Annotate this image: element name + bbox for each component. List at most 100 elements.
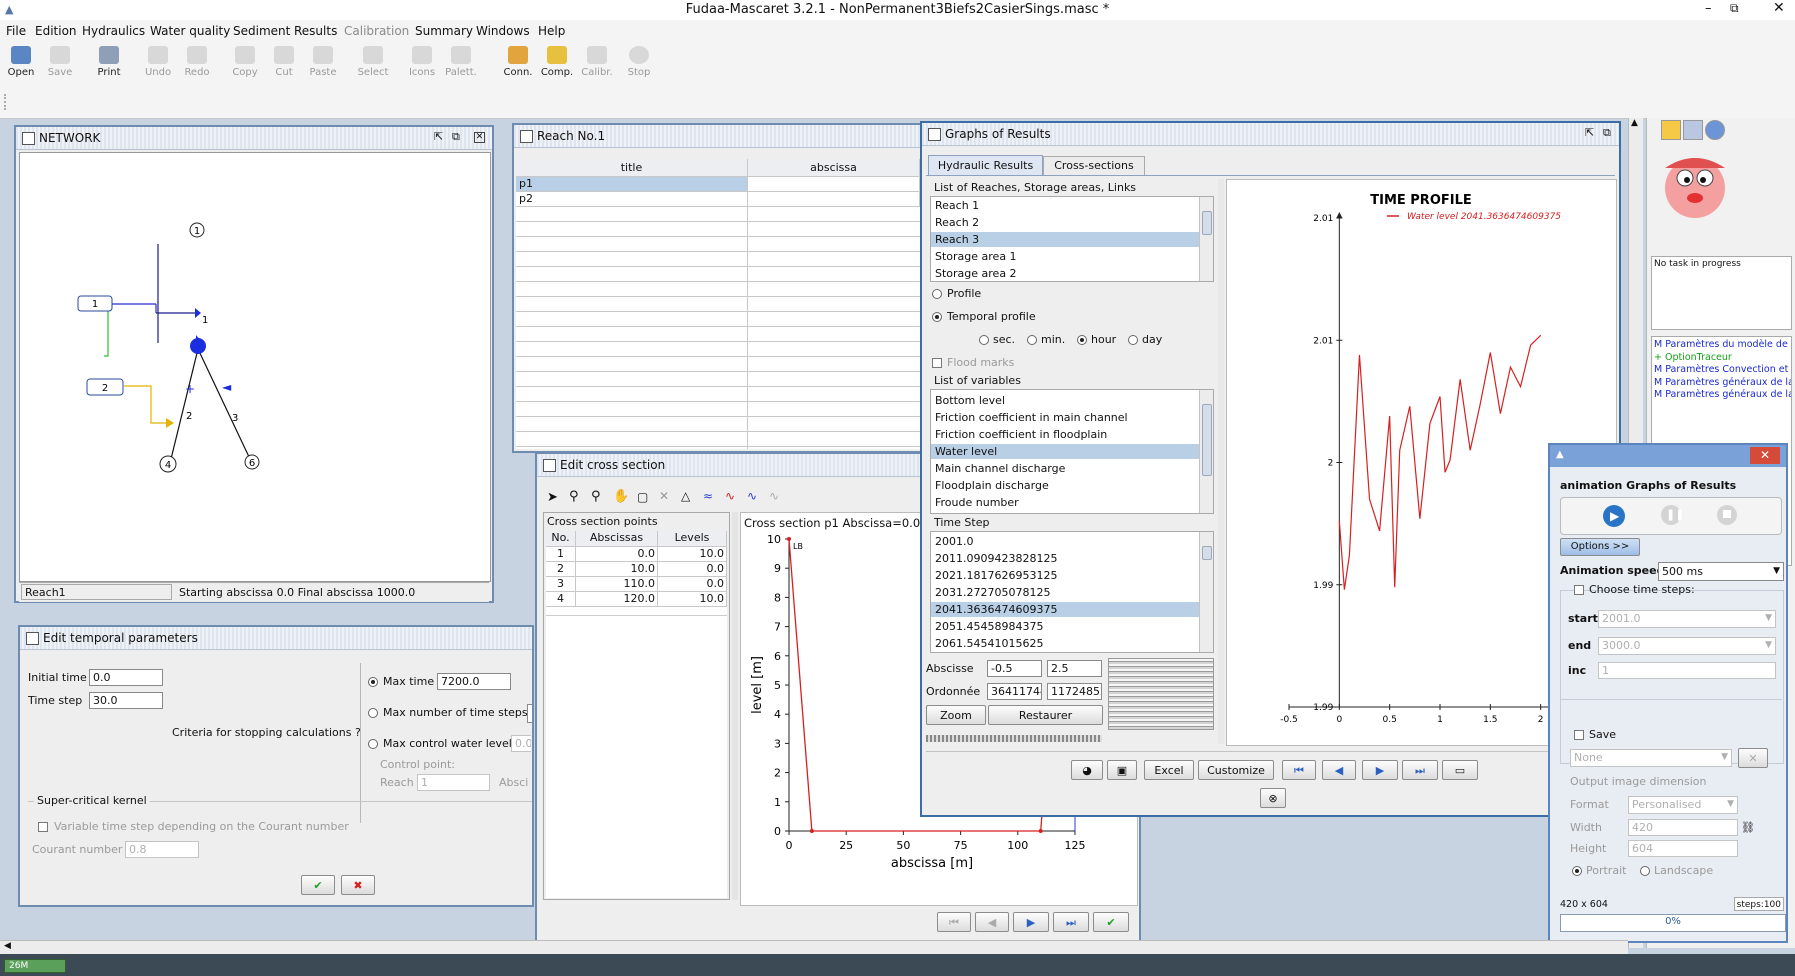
delete-icon[interactable]: ✕	[659, 489, 669, 503]
next-step-button[interactable]: ▶	[1362, 760, 1398, 780]
print-button[interactable]: Print	[90, 42, 128, 82]
timestep-list[interactable]: 2001.0 2011.0909423828125 2021.181762695…	[930, 531, 1214, 653]
page-icon[interactable]: ▢	[637, 490, 648, 504]
list-item[interactable]: 2061.54541015625	[931, 636, 1199, 651]
network-titlebar[interactable]: NETWORK ⇱ ⧉ ✕	[16, 127, 492, 150]
table-row-abscissa[interactable]: 110.0	[576, 577, 658, 592]
close-icon[interactable]: ✕	[474, 132, 485, 143]
temporal-profile-radio[interactable]	[932, 312, 942, 322]
table-row-no[interactable]: 4	[546, 592, 576, 607]
height-input[interactable]: 604	[1628, 840, 1738, 857]
table-row-abscissa[interactable]	[748, 177, 920, 192]
max-level-input[interactable]: 0.0	[511, 735, 531, 752]
menu-summary[interactable]: Summary	[415, 24, 473, 38]
list-item[interactable]: 2051.45458984375	[931, 619, 1199, 634]
start-select[interactable]: 2001.0 ▼	[1598, 610, 1776, 628]
animation-titlebar[interactable]: ▲ ✕	[1550, 445, 1786, 467]
menu-edition[interactable]: Edition	[35, 24, 77, 38]
ordonnee-max-input[interactable]: 11724852	[1047, 683, 1102, 700]
customize-button[interactable]: Customize	[1198, 760, 1274, 780]
stop-button[interactable]	[1717, 505, 1737, 525]
user-icon[interactable]	[1661, 120, 1681, 140]
list-item[interactable]: Floodplain discharge	[931, 478, 1199, 493]
graphs-titlebar[interactable]: Graphs of Results ⇱ ⧉	[922, 123, 1619, 146]
curve-disabled-icon[interactable]: ∿	[769, 489, 779, 503]
col-header-levels[interactable]: Levels	[658, 531, 727, 547]
refresh-graph-button[interactable]: ◕	[1071, 760, 1103, 780]
palette-button[interactable]: Palett.	[442, 42, 480, 82]
list-item[interactable]: Main channel discharge	[931, 461, 1199, 476]
undo-button[interactable]: Undo	[139, 42, 177, 82]
validate-button[interactable]: ✔	[1093, 912, 1129, 932]
iconify-icon[interactable]: ⇱	[434, 130, 443, 143]
first-button[interactable]: ⏮	[937, 912, 971, 932]
courant-input[interactable]: 0.8	[125, 841, 199, 858]
save-graph-button[interactable]: ▣	[1107, 760, 1137, 780]
format-select[interactable]: Personalised ▼	[1628, 796, 1738, 814]
unit-min-radio[interactable]	[1027, 335, 1037, 345]
control-reach-input[interactable]: 1	[417, 774, 490, 791]
initial-time-input[interactable]: 0.0	[89, 669, 163, 686]
list-item[interactable]: Storage area 2	[931, 266, 1199, 281]
variable-step-checkbox[interactable]	[38, 822, 48, 832]
tab-cross-sections[interactable]: Cross-sections	[1043, 156, 1145, 176]
close-dialog-button[interactable]: ✕	[1750, 447, 1780, 464]
split-divider[interactable]	[1218, 179, 1224, 744]
profile-radio[interactable]	[932, 289, 942, 299]
list-item[interactable]: Water level	[931, 444, 1199, 459]
reach-titlebar[interactable]: Reach No.1	[514, 125, 920, 148]
speed-select[interactable]: 500 ms ▼	[1658, 562, 1784, 581]
table-row-title[interactable]: p1	[516, 177, 748, 192]
close-icon[interactable]: ✕	[1773, 0, 1785, 16]
minimize-icon[interactable]: –	[1705, 1, 1712, 16]
pause-button[interactable]: ❚❚	[1661, 505, 1684, 525]
paste-button[interactable]: Paste	[304, 42, 342, 82]
menu-windows[interactable]: Windows	[476, 24, 530, 38]
time-step-input[interactable]: 30.0	[89, 692, 163, 709]
redo-button[interactable]: Redo	[178, 42, 216, 82]
max-steps-radio[interactable]	[368, 708, 378, 718]
tab-hydraulic-results[interactable]: Hydraulic Results	[928, 155, 1043, 176]
maximize-icon[interactable]: ⧉	[1603, 126, 1611, 140]
options-button[interactable]: Options >>	[1560, 538, 1640, 556]
temporal-titlebar[interactable]: Edit temporal parameters	[20, 627, 532, 650]
close-graphs-button[interactable]: ⊗	[1260, 788, 1286, 808]
menu-water-quality[interactable]: Water quality	[150, 24, 230, 38]
save-checkbox[interactable]	[1574, 730, 1584, 740]
iconify-icon[interactable]: ⇱	[1585, 126, 1594, 139]
menu-sediment[interactable]: Sediment	[233, 24, 290, 38]
scroll-up-icon[interactable]: ▲	[1631, 118, 1638, 128]
validate-button[interactable]: ✔	[301, 875, 335, 895]
maximize-icon[interactable]: ⧉	[452, 130, 460, 144]
restore-icon[interactable]: ⧉	[1730, 1, 1739, 16]
flood-marks-checkbox[interactable]	[932, 358, 942, 368]
reaches-scrollbar[interactable]	[1199, 197, 1213, 281]
col-header-abscissa[interactable]: abscissa	[748, 159, 920, 177]
menu-file[interactable]: File	[6, 24, 26, 38]
width-input[interactable]: 420	[1628, 819, 1738, 836]
edit-curve-icon[interactable]: ≈	[703, 489, 713, 503]
list-item[interactable]: Storage area 1	[931, 249, 1199, 264]
toolbar-grip[interactable]	[4, 94, 10, 110]
play-button[interactable]: ▶	[1603, 505, 1625, 527]
split-divider[interactable]	[732, 512, 738, 900]
last-button[interactable]: ⏭	[1053, 912, 1089, 932]
table-row-no[interactable]: 1	[546, 547, 576, 562]
last-step-button[interactable]: ⏭	[1402, 760, 1438, 780]
table-row-no[interactable]: 2	[546, 562, 576, 577]
list-item[interactable]: 2011.0909423828125	[931, 551, 1199, 566]
curve-blue-icon[interactable]: ∿	[747, 489, 757, 503]
stop-button[interactable]: Stop	[620, 42, 658, 82]
table-row-level[interactable]: 0.0	[658, 562, 727, 577]
table-row-title[interactable]: p2	[516, 192, 748, 207]
zoom-in-icon[interactable]: ⚲	[569, 489, 579, 504]
table-row-level[interactable]: 0.0	[658, 577, 727, 592]
table-row-abscissa[interactable]: 0.0	[576, 547, 658, 562]
portrait-radio[interactable]	[1572, 866, 1582, 876]
table-row-no[interactable]: 3	[546, 577, 576, 592]
zoom-button[interactable]: Zoom	[926, 705, 986, 725]
horizontal-scrollbar[interactable]: ◀	[0, 940, 1628, 955]
curve-red-icon[interactable]: ∿	[725, 489, 735, 503]
excel-button[interactable]: Excel	[1144, 760, 1194, 780]
list-item[interactable]: Bottom level	[931, 393, 1199, 408]
